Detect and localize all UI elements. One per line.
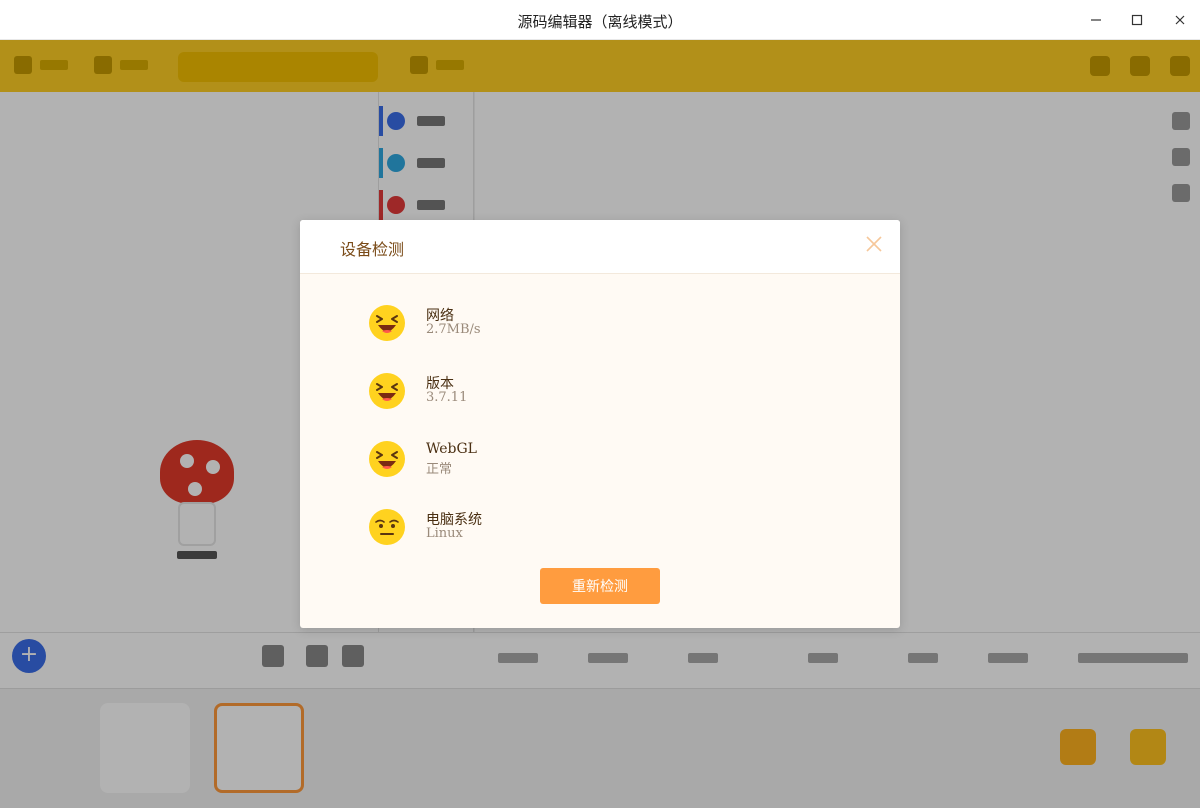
check-row-version: 版本 3.7.11 <box>368 372 828 412</box>
maximize-icon <box>1131 14 1143 26</box>
dialog-header: 设备检测 <box>300 220 900 274</box>
minimize-icon <box>1091 19 1101 21</box>
check-value: 3.7.11 <box>426 390 468 405</box>
laughing-face-icon <box>369 305 405 341</box>
minimize-button[interactable] <box>1084 8 1108 32</box>
check-row-webgl: WebGL 正常 <box>368 440 828 480</box>
laughing-face-icon <box>369 441 405 477</box>
window-title: 源码编辑器（离线模式） <box>517 13 683 31</box>
dialog-title: 设备检测 <box>340 240 405 259</box>
recheck-button[interactable]: 重新检测 <box>540 568 660 604</box>
device-check-dialog: 设备检测 网络 2.7MB/s 版本 3.7.11 WebGL 正常 电脑系统 … <box>300 220 900 628</box>
check-value: Linux <box>426 526 463 541</box>
maximize-button[interactable] <box>1125 8 1149 32</box>
check-row-network: 网络 2.7MB/s <box>368 304 828 344</box>
check-value: 2.7MB/s <box>426 322 481 337</box>
close-icon <box>1175 15 1185 25</box>
neutral-face-icon <box>369 509 405 545</box>
laughing-face-icon <box>369 373 405 409</box>
close-icon <box>866 236 882 252</box>
check-value: 正常 <box>426 462 453 477</box>
dialog-close-button[interactable] <box>862 234 886 258</box>
window-titlebar: 源码编辑器（离线模式） <box>0 0 1200 40</box>
check-row-os: 电脑系统 Linux <box>368 508 828 548</box>
check-name: WebGL <box>426 441 477 457</box>
close-window-button[interactable] <box>1168 8 1192 32</box>
